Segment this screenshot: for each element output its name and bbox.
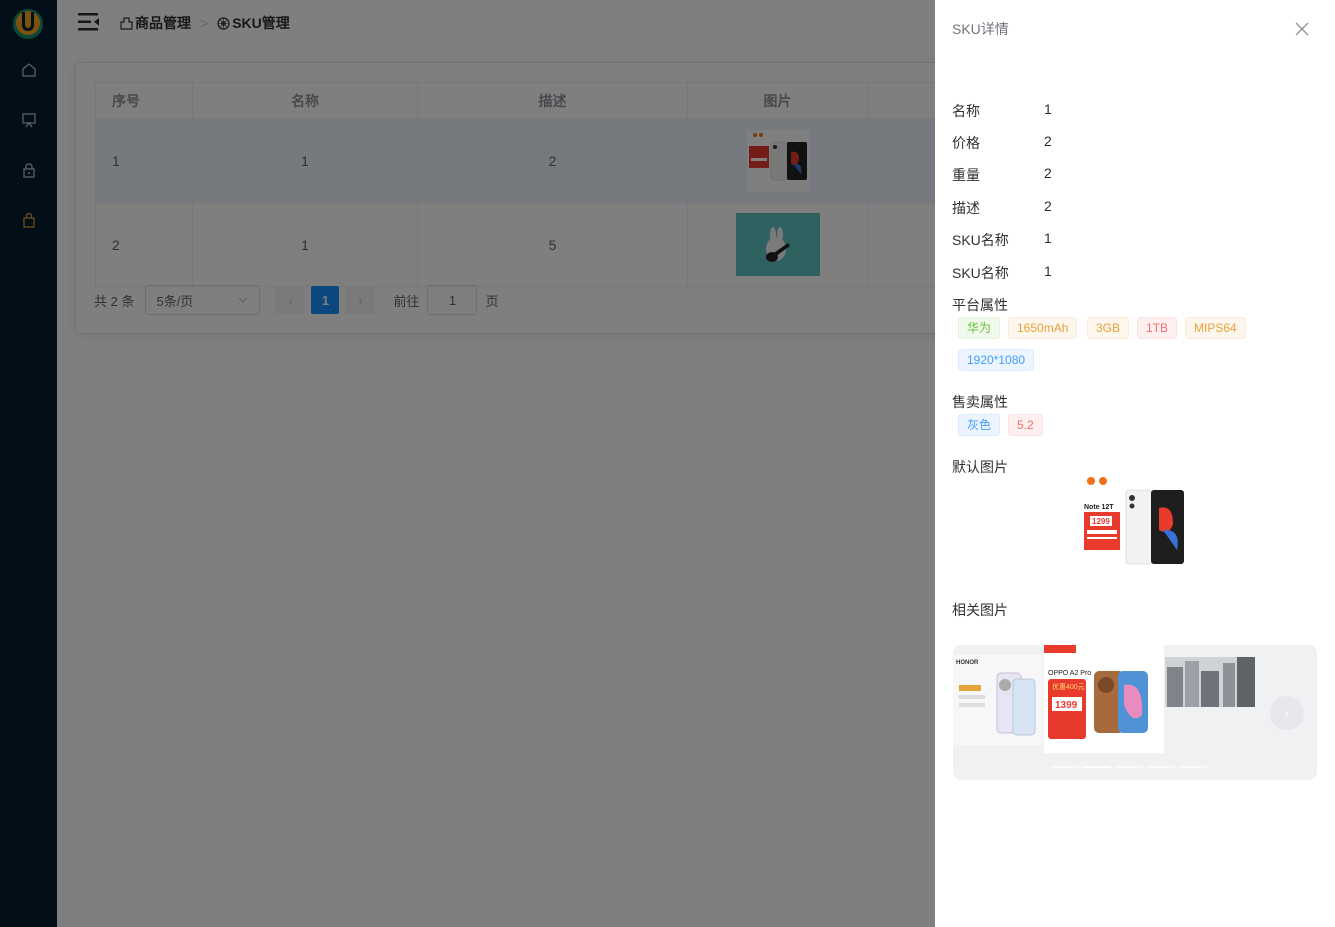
carousel-indicator[interactable]	[1147, 766, 1175, 768]
platform-attr-tag: 1920*1080	[958, 349, 1035, 371]
close-icon[interactable]	[1292, 19, 1312, 39]
chevron-right-icon: ›	[1284, 705, 1290, 721]
detail-row-price: 价格 2	[952, 133, 1052, 153]
platform-attr-label: 平台属性	[952, 297, 1008, 313]
carousel-slide-oppo: OPPO A2 Pro 优惠400元 1399	[1044, 645, 1164, 753]
detail-row-sku-name: SKU名称 1	[952, 230, 1052, 250]
carousel-indicator[interactable]	[1051, 766, 1079, 768]
carousel-indicator[interactable]	[1179, 766, 1207, 768]
carousel-slide-honor: HONOR	[953, 655, 1043, 745]
detail-value: 1	[1044, 230, 1052, 246]
oppo-price-text: 1399	[1055, 700, 1078, 711]
platform-attr-tag: 1TB	[1137, 317, 1178, 339]
detail-label: SKU名称	[952, 265, 1009, 281]
modal-overlay[interactable]	[0, 0, 935, 927]
platform-attr-tag: MIPS64	[1185, 317, 1246, 339]
detail-value: 1	[1044, 101, 1052, 117]
related-images-label: 相关图片	[952, 602, 1008, 618]
detail-row-weight: 重量 2	[952, 165, 1052, 185]
oppo-model-text: OPPO A2 Pro	[1048, 670, 1091, 677]
detail-label: 价格	[952, 135, 980, 151]
detail-label: 重量	[952, 167, 980, 183]
detail-label: 名称	[952, 103, 980, 119]
detail-value: 2	[1044, 133, 1052, 149]
carousel-indicators	[1051, 766, 1211, 768]
carousel-next-button[interactable]: ›	[1270, 696, 1304, 730]
carousel-slide-buildings	[1165, 657, 1255, 707]
detail-value: 2	[1044, 198, 1052, 214]
detail-row-sku-name-2: SKU名称 1	[952, 263, 1052, 283]
related-images-carousel[interactable]: HONOR OPPO A2 Pro 优惠400元 1399 ›	[953, 645, 1317, 780]
platform-attr-tag: 3GB	[1087, 317, 1130, 339]
detail-label: SKU名称	[952, 232, 1009, 248]
detail-row-name: 名称 1	[952, 101, 1052, 121]
drawer-title: SKU详情	[952, 21, 1009, 37]
product-model-text: Note 12T	[1084, 504, 1114, 511]
default-image-label: 默认图片	[952, 459, 1008, 475]
sale-attr-label: 售卖属性	[952, 394, 1008, 410]
sale-attr-tag: 灰色	[958, 414, 1001, 436]
sale-attr-tag: 5.2	[1008, 414, 1043, 436]
platform-attr-tag: 1650mAh	[1008, 317, 1078, 339]
detail-value: 2	[1044, 165, 1052, 181]
detail-value: 1	[1044, 263, 1052, 279]
detail-row-desc: 描述 2	[952, 198, 1052, 218]
product-price-text: 1299	[1092, 517, 1110, 526]
sku-detail-drawer: SKU详情 名称 1 价格 2 重量 2 描述 2 SKU名称 1 SKU名称 1 平台属性…	[935, 0, 1335, 927]
oppo-discount-text: 优惠400元	[1052, 682, 1085, 691]
brand-honor-text: HONOR	[956, 660, 979, 666]
carousel-indicator[interactable]	[1115, 766, 1143, 768]
platform-attr-tag: 华为	[958, 317, 1001, 339]
detail-label: 描述	[952, 200, 980, 216]
carousel-indicator[interactable]	[1083, 766, 1111, 768]
default-product-image: Note 12T 1299	[1081, 474, 1185, 568]
